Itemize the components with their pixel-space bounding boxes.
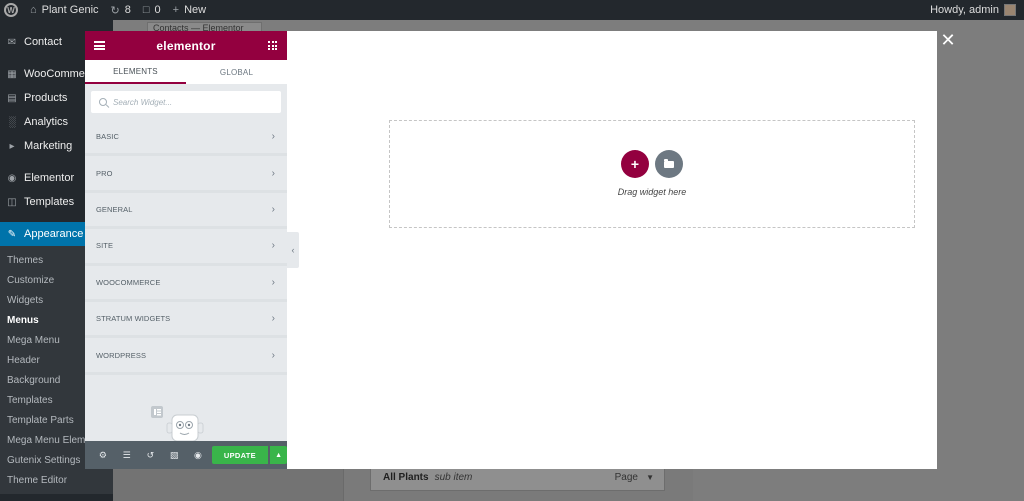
updates-count: 8: [124, 4, 131, 16]
navigator-layers-icon[interactable]: ☰: [115, 441, 139, 469]
category-basic[interactable]: BASIC ›: [85, 120, 287, 157]
plus-icon: +: [172, 4, 180, 16]
panel-header: elementor: [85, 31, 287, 60]
search-wrapper: [85, 84, 287, 120]
panel-tabs: ELEMENTS GLOBAL: [85, 60, 287, 84]
site-name-link[interactable]: ⌂ Plant Genic: [30, 4, 99, 16]
chevron-right-icon: ›: [271, 349, 275, 361]
comments-link[interactable]: □ 0: [143, 4, 161, 16]
menu-item-subtitle: sub item: [434, 471, 473, 483]
hamburger-menu-icon[interactable]: [94, 41, 105, 50]
chevron-right-icon: ›: [271, 203, 275, 215]
tab-global[interactable]: GLOBAL: [186, 60, 287, 84]
settings-icon[interactable]: ⚙: [91, 441, 115, 469]
category-label: WORDPRESS: [96, 350, 147, 360]
mail-icon: ✉: [7, 36, 17, 48]
add-section-button[interactable]: +: [621, 150, 649, 178]
category-wordpress[interactable]: WORDPRESS ›: [85, 338, 287, 375]
megaphone-icon: ▸: [9, 140, 15, 152]
sidebar-item-label: Elementor: [24, 172, 75, 184]
category-label: STRATUM WIDGETS: [96, 314, 171, 324]
drop-zone-hint: Drag widget here: [617, 187, 687, 197]
brush-icon: ✎: [7, 228, 17, 240]
howdy-text: Howdy, admin: [930, 4, 999, 16]
chevron-right-icon: ›: [271, 240, 275, 252]
folder-icon: [664, 158, 674, 168]
updates-link[interactable]: ↻ 8: [111, 4, 131, 17]
drop-zone[interactable]: + Drag widget here: [389, 120, 915, 228]
search-box: [91, 91, 281, 113]
chevron-right-icon: ›: [271, 276, 275, 288]
archive-icon: ▤: [7, 92, 17, 104]
panel-footer: ⚙ ☰ ↺ ▧ ◉ UPDATE ▲: [85, 441, 287, 469]
category-site[interactable]: SITE ›: [85, 229, 287, 266]
responsive-mode-icon[interactable]: ▧: [162, 441, 186, 469]
widgets-grid-icon[interactable]: [268, 41, 277, 50]
elementor-icon: ◉: [7, 172, 17, 184]
bar-chart-icon: ░: [8, 116, 16, 128]
update-button[interactable]: UPDATE: [211, 446, 269, 464]
background-panel: [113, 469, 343, 501]
category-label: WOOCOMMERCE: [96, 277, 161, 287]
add-template-button[interactable]: [655, 150, 683, 178]
category-stratum-widgets[interactable]: STRATUM WIDGETS ›: [85, 302, 287, 339]
woo-icon: ▦: [7, 68, 17, 80]
elementor-mascot-illustration: [151, 406, 204, 441]
caret-up-icon[interactable]: ▲: [270, 446, 287, 464]
sidebar-item-label: Products: [24, 92, 68, 104]
chevron-right-icon: ›: [271, 131, 275, 143]
category-pro[interactable]: PRO ›: [85, 156, 287, 193]
site-name: Plant Genic: [41, 4, 99, 16]
sidebar-item-label: Contact: [24, 36, 62, 48]
sidebar-item-label: Marketing: [24, 140, 73, 152]
category-label: PRO: [96, 168, 113, 178]
wordpress-logo-icon[interactable]: W: [4, 3, 18, 17]
chevron-right-icon: ›: [271, 313, 275, 325]
admin-bar: W ⌂ Plant Genic ↻ 8 □ 0 + New Howdy, adm…: [0, 0, 1024, 20]
history-icon[interactable]: ↺: [139, 441, 163, 469]
comment-icon: □: [142, 4, 150, 16]
category-woocommerce[interactable]: WOOCOMMERCE ›: [85, 266, 287, 302]
category-label: GENERAL: [96, 204, 133, 214]
home-icon: ⌂: [30, 4, 37, 16]
search-input[interactable]: [113, 97, 263, 107]
sidebar-item-label: Analytics: [24, 116, 69, 128]
search-icon: [99, 98, 107, 106]
elementor-logo: elementor: [156, 38, 216, 53]
caret-down-icon[interactable]: ▼: [646, 473, 654, 482]
chevron-right-icon: ›: [271, 167, 275, 179]
category-label: SITE: [96, 241, 114, 251]
account-menu[interactable]: Howdy, admin: [930, 4, 1016, 16]
elementor-editor-modal: elementor ELEMENTS GLOBAL BASIC › PRO › GE…: [85, 31, 937, 469]
menu-item-type: Page: [614, 471, 638, 483]
sidebar-item-label: Appearance: [24, 228, 84, 240]
preview-eye-icon[interactable]: ◉: [186, 441, 210, 469]
category-label: BASIC: [96, 132, 120, 142]
comments-count: 0: [154, 4, 161, 16]
tab-elements[interactable]: ELEMENTS: [85, 60, 186, 84]
chevron-left-icon: ‹: [291, 245, 295, 255]
avatar: [1004, 4, 1016, 16]
menu-item-title: All Plants: [383, 471, 429, 483]
category-general[interactable]: GENERAL ›: [85, 193, 287, 230]
submenu-item-theme-editor[interactable]: Theme Editor: [0, 470, 113, 490]
folder-icon: ◫: [7, 196, 17, 208]
collapse-panel-toggle[interactable]: ‹: [287, 232, 299, 268]
sidebar-item-label: Templates: [24, 196, 75, 208]
new-label: New: [184, 4, 207, 16]
new-content-link[interactable]: + New: [173, 4, 206, 16]
elementor-panel: elementor ELEMENTS GLOBAL BASIC › PRO › GE…: [85, 31, 287, 469]
updates-icon: ↻: [110, 4, 120, 17]
close-icon[interactable]: ✕: [940, 31, 956, 49]
